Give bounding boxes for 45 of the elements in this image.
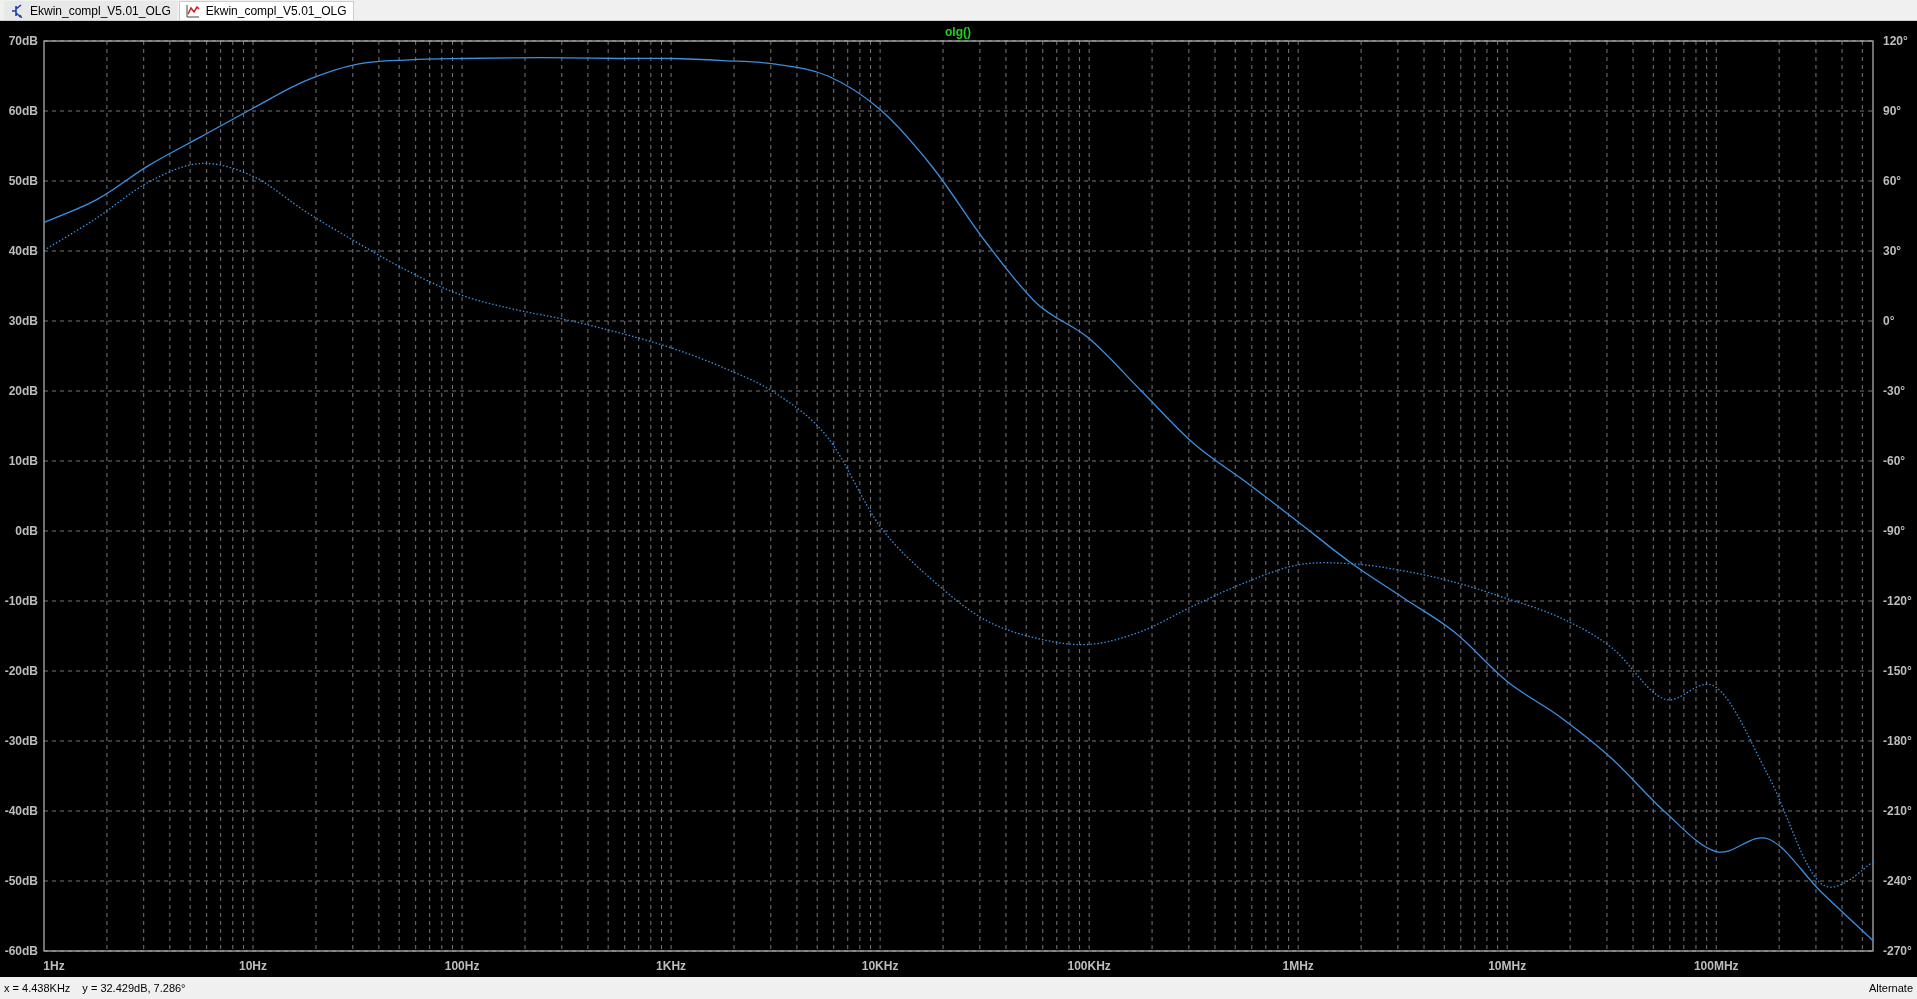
y-axis-label: 120° — [1883, 34, 1908, 48]
y-axis-label: -60° — [1883, 454, 1906, 468]
x-axis-label: 100KHz — [1067, 959, 1111, 973]
y-axis-label: -240° — [1883, 874, 1912, 888]
x-axis-label: 1KHz — [656, 959, 687, 973]
y-axis-label: 0° — [1883, 314, 1895, 328]
y-axis-label: -10dB — [4, 594, 38, 608]
y-axis-label: 0dB — [15, 524, 38, 538]
y-axis-label: 70dB — [8, 34, 38, 48]
x-axis-label: 10KHz — [861, 959, 899, 973]
plot-title: olg() — [945, 25, 971, 39]
waveform-icon — [185, 4, 200, 18]
y-axis-label: -60dB — [4, 944, 38, 958]
y-axis-label: -150° — [1883, 664, 1912, 678]
y-axis-label: -40dB — [4, 804, 38, 818]
cursor-y-readout: y = 32.429dB, 7.286° — [82, 982, 186, 994]
y-axis-label: 40dB — [8, 244, 38, 258]
document-tab[interactable]: Ekwin_compl_V5.01_OLG — [178, 1, 354, 20]
x-axis-label: 1Hz — [43, 959, 65, 973]
transistor-icon — [10, 3, 24, 18]
y-axis-label: 20dB — [8, 384, 38, 398]
y-axis-label: -50dB — [4, 874, 38, 888]
document-tab[interactable]: Ekwin_compl_V5.01_OLG — [4, 1, 177, 20]
mode-indicator: Alternate — [1868, 982, 1913, 994]
y-axis-label: 50dB — [8, 174, 38, 188]
y-axis-label: -30dB — [4, 734, 38, 748]
x-axis-label: 1MHz — [1282, 959, 1314, 973]
x-axis-label: 10Hz — [239, 959, 268, 973]
y-axis-label: -30° — [1883, 384, 1906, 398]
y-axis-label: 90° — [1883, 104, 1902, 118]
x-axis-label: 100Hz — [444, 959, 480, 973]
y-axis-label: 30dB — [8, 314, 38, 328]
y-axis-label: 30° — [1883, 244, 1902, 258]
y-axis-label: -270° — [1883, 944, 1912, 958]
x-axis-label: 10MHz — [1488, 959, 1527, 973]
y-axis-label: 10dB — [8, 454, 38, 468]
y-axis-label: 60dB — [8, 104, 38, 118]
cursor-x-readout: x = 4.438KHz — [4, 982, 71, 994]
y-axis-label: 60° — [1883, 174, 1902, 188]
y-axis-label: -210° — [1883, 804, 1912, 818]
x-axis-label: 100MHz — [1693, 959, 1739, 973]
y-axis-label: -120° — [1883, 594, 1912, 608]
y-axis-label: -180° — [1883, 734, 1912, 748]
y-axis-label: -90° — [1883, 524, 1906, 538]
y-axis-label: -20dB — [4, 664, 38, 678]
